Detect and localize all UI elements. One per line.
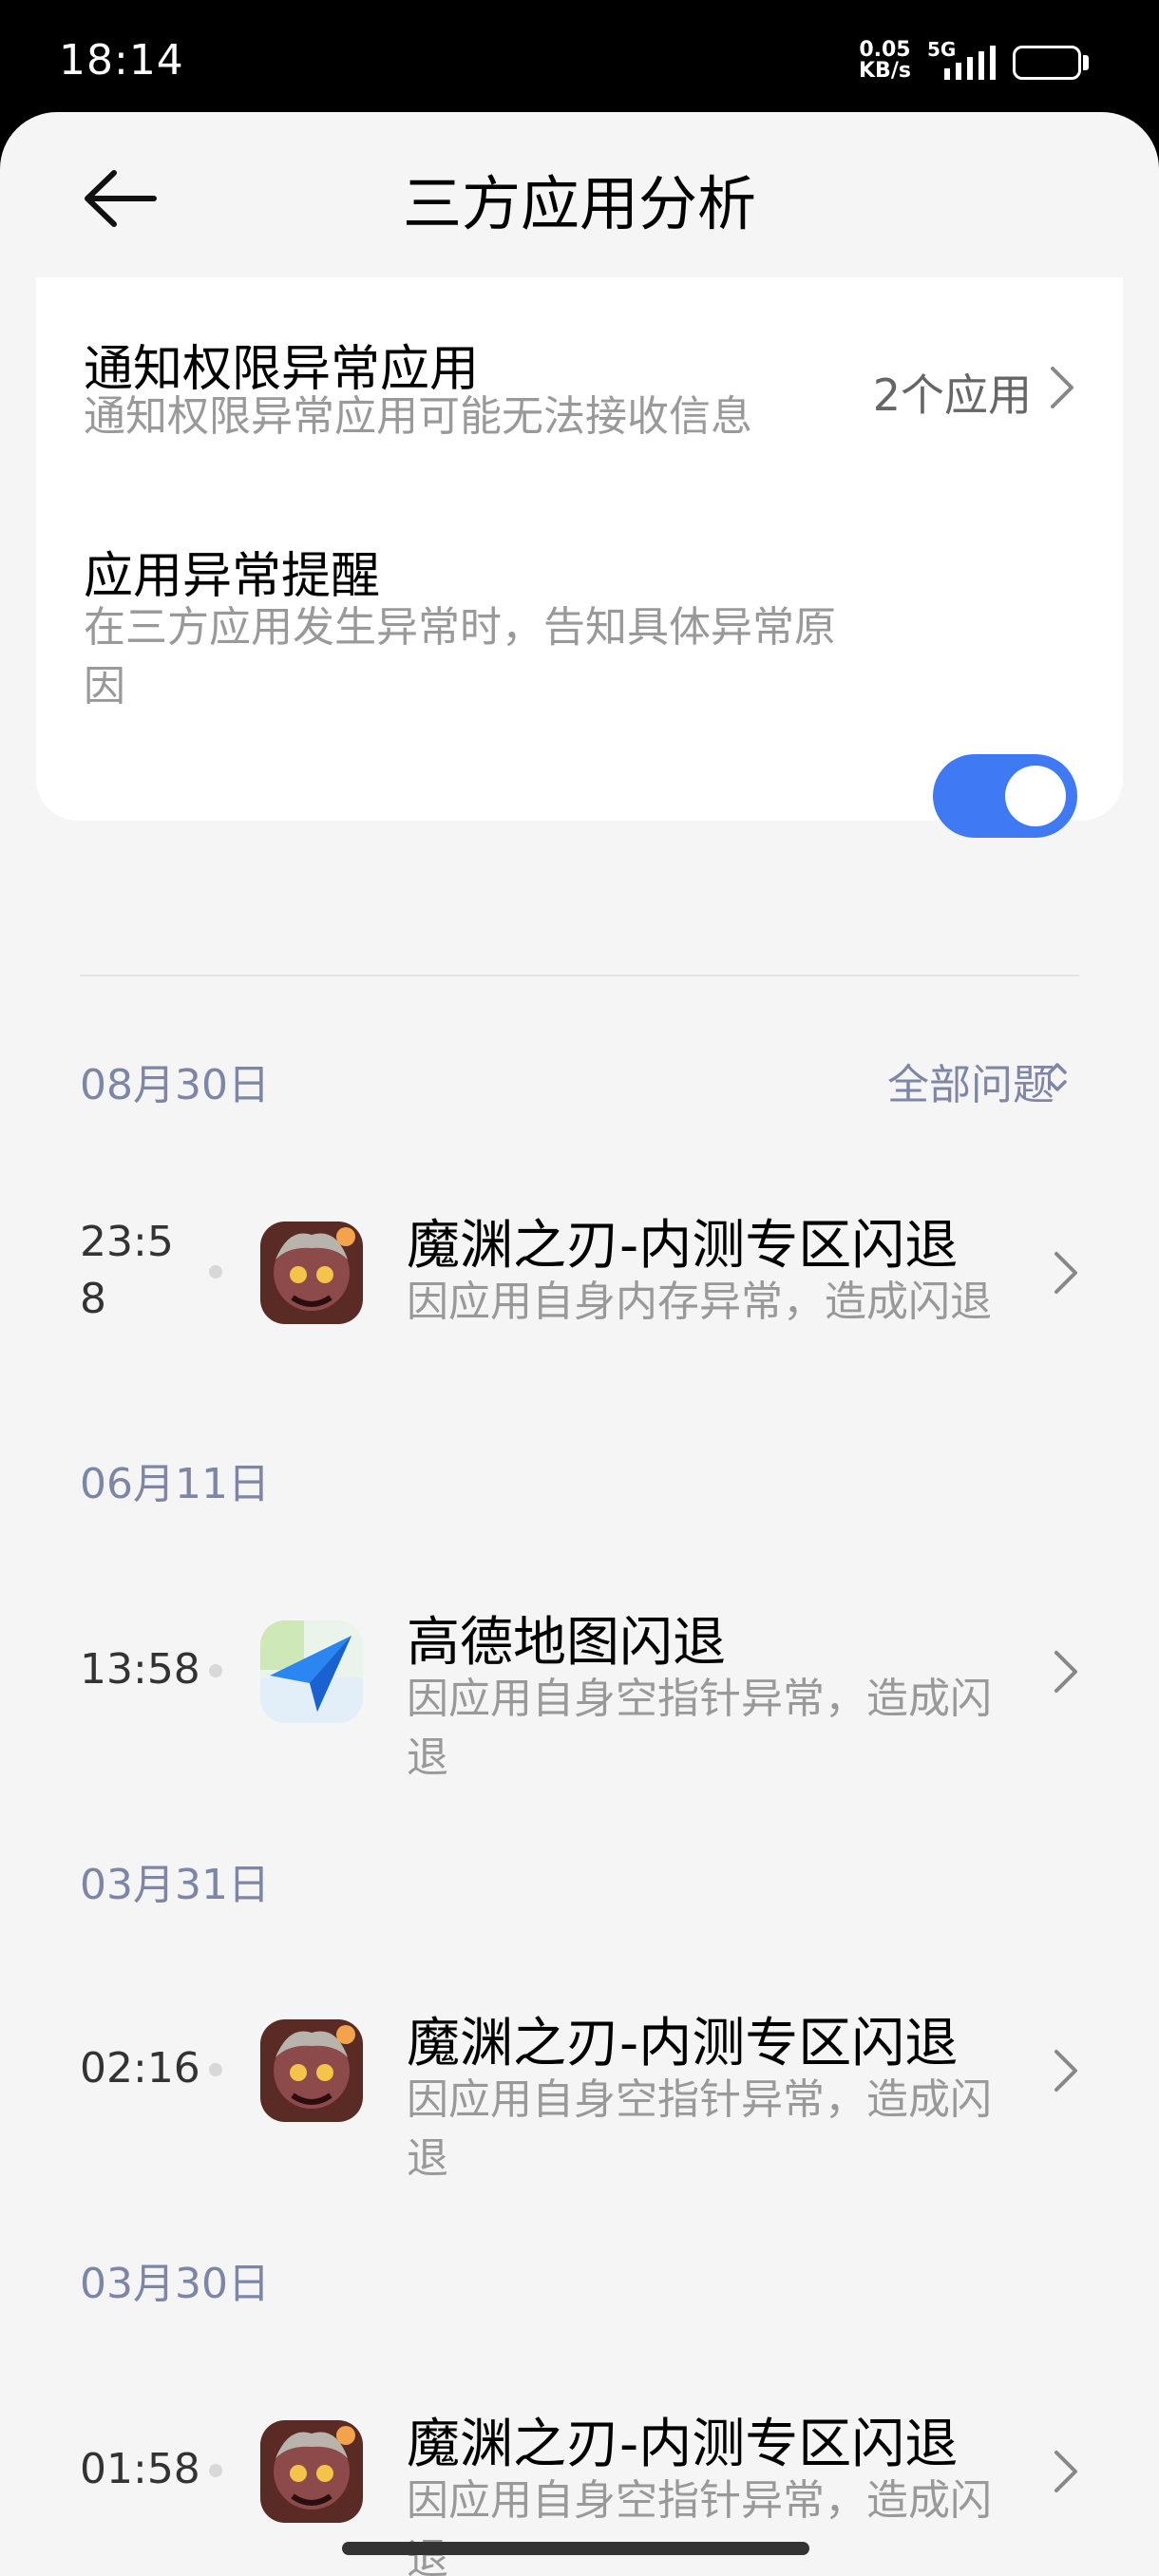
home-indicator[interactable] [342, 2542, 809, 2555]
battery-percent: 59 [1031, 49, 1063, 76]
network-speed: 0.05 KB/s [859, 40, 911, 82]
event-title: 魔渊之刃-内测专区闪退 [407, 2414, 959, 2475]
date-label: 06月11日 [80, 1460, 270, 1508]
chevron-right-icon [1054, 2050, 1077, 2092]
unfold-icon[interactable] [1045, 1058, 1070, 1096]
status-time: 18:14 [59, 36, 184, 85]
app-alert-subtitle-line1: 在三方应用发生异常时，告知具体异常原 [84, 603, 836, 652]
event-time: 02:16 [80, 2040, 200, 2097]
game-app-icon [260, 2420, 363, 2523]
event-desc-line2: 退 [407, 2134, 448, 2183]
battery-icon: 59 [1013, 46, 1081, 80]
page-title: 三方应用分析 [402, 169, 756, 238]
chevron-right-icon [1054, 1651, 1077, 1693]
timeline-dot [209, 2063, 222, 2076]
status-bar: 18:14 0.05 KB/s 5G 59 [0, 0, 1159, 112]
app-alert-title: 应用异常提醒 [84, 548, 381, 605]
header: 三方应用分析 [0, 112, 1159, 277]
event-description: 因应用自身空指针异常，造成闪 退 [407, 2472, 1041, 2576]
event-desc-line1: 因应用自身空指针异常，造成闪 [407, 2075, 992, 2124]
event-desc-line2: 退 [407, 1733, 448, 1782]
game-app-icon [260, 2019, 363, 2122]
chevron-right-icon [1054, 2451, 1077, 2492]
battery-nub [1083, 55, 1089, 70]
settings-card: 通知权限异常应用 通知权限异常应用可能无法接收信息 2个应用 应用异常提醒 在三… [36, 277, 1123, 838]
event-time-line2: 8 [80, 1275, 106, 1323]
event-time-line1: 02:16 [80, 2044, 200, 2093]
chevron-right-icon [1054, 1252, 1077, 1294]
event-time-line1: 13:58 [80, 1645, 200, 1694]
event-time: 01:58 [80, 2441, 200, 2498]
timeline-dot [209, 2464, 222, 2477]
event-description: 因应用自身内存异常，造成闪退 [407, 1273, 1041, 1332]
event-desc-line1: 因应用自身空指针异常，造成闪 [407, 2476, 992, 2525]
game-app-icon [260, 1222, 363, 1324]
network-speed-value: 0.05 [859, 38, 911, 62]
toggle-knob [1005, 766, 1066, 826]
signal-icon [944, 46, 996, 80]
event-time: 23:5 8 [80, 1214, 174, 1328]
filter-dropdown[interactable]: 全部问题 [887, 1051, 1054, 1111]
notify-abnormal-count: 2个应用 [872, 369, 1032, 421]
divider [80, 975, 1079, 976]
app-alert-subtitle: 在三方应用发生异常时，告知具体异常原 因 [84, 598, 836, 716]
event-description: 因应用自身空指针异常，造成闪 退 [407, 1670, 1041, 1788]
notify-abnormal-row[interactable]: 通知权限异常应用 通知权限异常应用可能无法接收信息 2个应用 [36, 277, 1123, 486]
timeline-dot [209, 1664, 222, 1677]
timeline-dot [209, 1265, 222, 1279]
date-label: 03月31日 [80, 1861, 270, 1909]
date-label: 03月30日 [80, 2260, 270, 2308]
event-desc-line1: 因应用自身空指针异常，造成闪 [407, 1675, 992, 1723]
app-alert-subtitle-line2: 因 [84, 662, 125, 710]
event-time-line1: 01:58 [80, 2445, 200, 2493]
date-label: 08月30日 [80, 1061, 270, 1109]
event-description: 因应用自身空指针异常，造成闪 退 [407, 2071, 1041, 2188]
app-alert-toggle[interactable] [933, 754, 1077, 838]
event-title: 魔渊之刃-内测专区闪退 [407, 2013, 959, 2074]
notify-abnormal-subtitle: 通知权限异常应用可能无法接收信息 [84, 392, 752, 441]
event-desc-line1: 因应用自身内存异常，造成闪退 [407, 1278, 992, 1326]
event-time: 13:58 [80, 1641, 200, 1698]
network-speed-unit: KB/s [859, 59, 911, 83]
main-sheet: 三方应用分析 通知权限异常应用 通知权限异常应用可能无法接收信息 2个应用 应用… [0, 112, 1159, 2576]
event-time-line1: 23:5 [80, 1218, 174, 1266]
map-app-icon [260, 1620, 363, 1723]
chevron-right-icon [1051, 367, 1074, 408]
event-title: 魔渊之刃-内测专区闪退 [407, 1215, 959, 1277]
event-title: 高德地图闪退 [407, 1612, 726, 1674]
